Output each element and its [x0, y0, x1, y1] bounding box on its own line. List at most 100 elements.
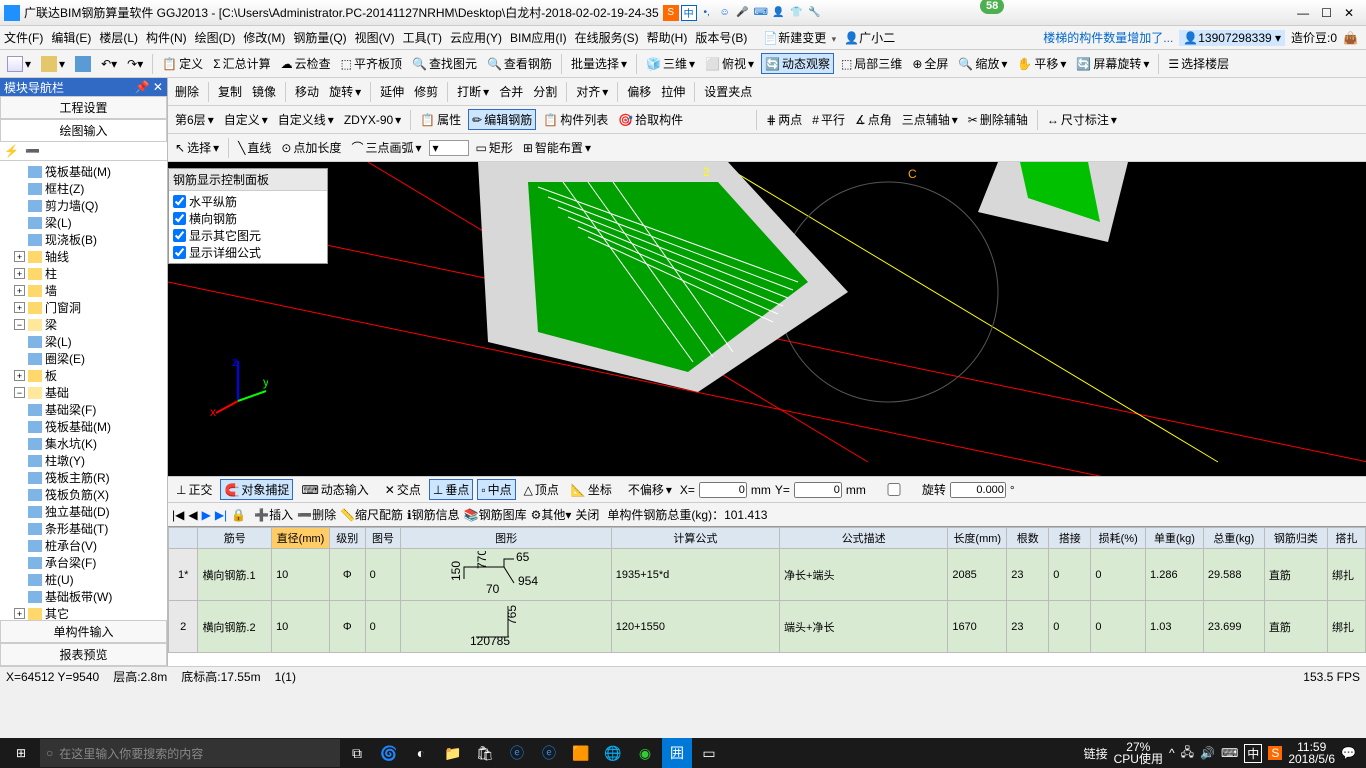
ime-smile-icon[interactable]: ☺	[717, 5, 733, 21]
tree-raftmain[interactable]: 筏板主筋(R)	[0, 469, 167, 486]
office-icon[interactable]: 🟧	[566, 738, 596, 768]
first-button[interactable]: |◀	[172, 508, 184, 522]
ie-icon[interactable]: ⓔ	[534, 738, 564, 768]
tree-ringbeam[interactable]: 圈梁(E)	[0, 350, 167, 367]
menu-edit[interactable]: 编辑(E)	[51, 29, 91, 46]
offset-button[interactable]: 偏移	[624, 82, 654, 101]
menu-modify[interactable]: 修改(M)	[243, 29, 285, 46]
dynview-button[interactable]: 🔄动态观察	[761, 53, 834, 74]
tdelete-button[interactable]: ➖删除	[297, 506, 336, 523]
delete2-button[interactable]: 删除	[172, 82, 202, 101]
col-lap[interactable]: 搭接	[1049, 528, 1091, 549]
pan-button[interactable]: ✋平移▾	[1014, 54, 1069, 73]
setclamp-button[interactable]: 设置夹点	[701, 82, 755, 101]
col-tw[interactable]: 总重(kg)	[1203, 528, 1264, 549]
tree-col[interactable]: 框柱(Z)	[0, 180, 167, 197]
local3d-button[interactable]: ⬚局部三维	[838, 54, 905, 73]
pin-icon[interactable]: 📌 ✕	[135, 80, 163, 94]
mirror-button[interactable]: 镜像	[249, 82, 279, 101]
ime-keyboard-icon[interactable]: ⌨	[753, 5, 769, 21]
user-id[interactable]: 👤13907298339 ▾	[1179, 30, 1285, 46]
ime-tool-icon[interactable]: 🔧	[807, 5, 823, 21]
rect-button[interactable]: ▭矩形	[473, 138, 516, 157]
tray-s-icon[interactable]: S	[1268, 746, 1282, 760]
tree-liang-l[interactable]: 梁(L)	[0, 333, 167, 350]
nooffset-select[interactable]: 不偏移▾	[624, 479, 676, 500]
prev-button[interactable]: ◀	[188, 508, 197, 522]
tray-kb-icon[interactable]: ⌨	[1221, 746, 1238, 760]
col-cnt[interactable]: 根数	[1007, 528, 1049, 549]
ptangle-button[interactable]: ∡点角	[852, 110, 895, 129]
sogou-icon[interactable]: S	[663, 5, 679, 21]
save-button[interactable]	[72, 55, 94, 73]
smart-button[interactable]: ⊞智能布置▾	[520, 138, 594, 157]
undo-button[interactable]: ↶▾	[98, 56, 120, 72]
tray-up-icon[interactable]: ^	[1169, 746, 1175, 760]
tree-liang[interactable]: −梁	[0, 316, 167, 333]
threeaux-button[interactable]: 三点辅轴▾	[899, 110, 961, 129]
col-bind[interactable]: 搭扎	[1327, 528, 1365, 549]
floor-select[interactable]: 第6层 ▾	[172, 110, 217, 129]
menu-tool[interactable]: 工具(T)	[403, 29, 442, 46]
split-button[interactable]: 分割	[530, 82, 560, 101]
tree-raft[interactable]: 筏板基础(M)	[0, 163, 167, 180]
trim-button[interactable]: 修剪	[411, 82, 441, 101]
constlist-button[interactable]: 📋构件列表	[540, 110, 611, 129]
findpic-button[interactable]: 🔍查找图元	[409, 54, 480, 73]
delaux-button[interactable]: ✂删除辅轴	[965, 110, 1031, 129]
scale-button[interactable]: 📏缩尺配筋	[340, 506, 403, 523]
rebarlib-button[interactable]: 📚钢筋图库	[464, 506, 527, 523]
ime-shirt-icon[interactable]: 👕	[789, 5, 805, 21]
custom-select[interactable]: 自定义 ▾	[221, 110, 271, 129]
tree-capbeam[interactable]: 承台梁(F)	[0, 554, 167, 571]
opt-horizontal[interactable]: 水平纵筋	[173, 193, 323, 210]
menu-view[interactable]: 视图(V)	[355, 29, 395, 46]
line-button[interactable]: ╲直线	[235, 138, 274, 157]
ptlen-button[interactable]: ⊙点加长度	[278, 138, 344, 157]
tab-project-settings[interactable]: 工程设置	[0, 96, 167, 119]
cloudcheck-button[interactable]: ☁云检查	[278, 54, 334, 73]
tclose-button[interactable]: 关闭	[575, 506, 599, 523]
tray-link[interactable]: 链接	[1084, 745, 1108, 762]
tree-qiang[interactable]: +墙	[0, 282, 167, 299]
break-button[interactable]: 打断▾	[454, 82, 492, 101]
tree-raftneg[interactable]: 筏板负筋(X)	[0, 486, 167, 503]
tree-castslab[interactable]: 现浇板(B)	[0, 231, 167, 248]
tree-ban[interactable]: +板	[0, 367, 167, 384]
fullscreen-button[interactable]: ⊕全屏	[909, 54, 951, 73]
col-shape[interactable]: 图形	[401, 528, 611, 549]
tree-indep[interactable]: 独立基础(D)	[0, 503, 167, 520]
last-button[interactable]: ▶|	[215, 508, 227, 522]
app-current[interactable]: 囲	[662, 738, 692, 768]
tree-baseband[interactable]: 基础板带(W)	[0, 588, 167, 605]
menu-bim[interactable]: BIM应用(I)	[510, 29, 567, 46]
screenrot-button[interactable]: 🔄屏幕旋转▾	[1073, 54, 1152, 73]
pickconst-button[interactable]: 🎯拾取构件	[615, 110, 686, 129]
rebar-table[interactable]: 筋号 直径(mm) 级别 图号 图形 计算公式 公式描述 长度(mm) 根数 搭…	[168, 526, 1366, 666]
open-button[interactable]: ▾	[38, 55, 68, 73]
viewrebar-button[interactable]: 🔍查看钢筋	[484, 54, 555, 73]
tree-door[interactable]: +门窗洞	[0, 299, 167, 316]
tree-jichu[interactable]: −基础	[0, 384, 167, 401]
tray-ime[interactable]: 中	[1244, 744, 1262, 763]
editrebar-button[interactable]: ✏编辑钢筋	[468, 109, 536, 130]
explorer-icon[interactable]: 📁	[438, 738, 468, 768]
y-input[interactable]	[794, 482, 842, 498]
coord-toggle[interactable]: 📐坐标	[567, 479, 616, 500]
view3d-button[interactable]: 🧊三维▾	[643, 54, 698, 73]
tray-clock[interactable]: 11:592018/5/6	[1288, 741, 1335, 765]
col-formula[interactable]: 计算公式	[611, 528, 779, 549]
lock-button[interactable]: 🔒	[231, 508, 246, 522]
taskbar-search[interactable]: ○ 在这里输入你要搜索的内容	[40, 739, 340, 767]
store-icon[interactable]: 🛍	[470, 738, 500, 768]
app-extra[interactable]: ▭	[694, 738, 724, 768]
color-select[interactable]: ▾	[429, 140, 469, 156]
app-green[interactable]: ◉	[630, 738, 660, 768]
rebarinfo-button[interactable]: ℹ钢筋信息	[407, 506, 460, 523]
tree-raft2[interactable]: 筏板基础(M)	[0, 418, 167, 435]
inter-toggle[interactable]: ✕交点	[381, 479, 425, 500]
start-button[interactable]: ⊞	[4, 738, 38, 768]
tree-other[interactable]: +其它	[0, 605, 167, 620]
tree-beam[interactable]: 梁(L)	[0, 214, 167, 231]
extend-button[interactable]: 延伸	[377, 82, 407, 101]
